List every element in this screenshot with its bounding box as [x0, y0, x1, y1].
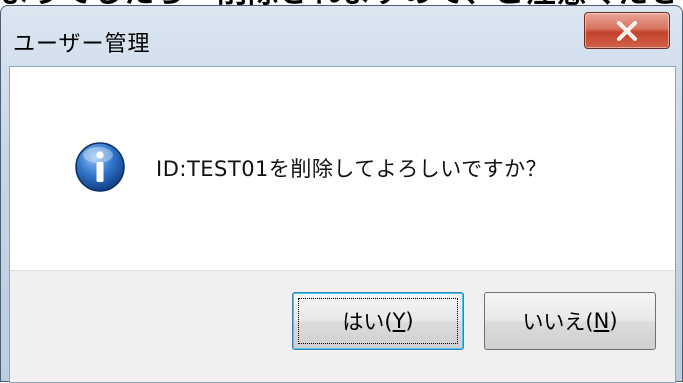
- focus-ring: [298, 298, 458, 344]
- dialog-title: ユーザー管理: [13, 32, 151, 57]
- close-icon: [617, 20, 637, 41]
- confirm-message: ID:TEST01を削除してよろしいですか？: [156, 157, 548, 181]
- information-icon: [74, 141, 126, 193]
- dialog-client-area: ID:TEST01を削除してよろしいですか？ はい(Y) いいえ(N): [9, 66, 676, 383]
- no-label-suffix: ): [609, 309, 618, 333]
- delete-confirm-dialog: ユーザー管理 ID:TEST01を削除してよろしいですか？ はい(Y) いい…: [0, 0, 683, 383]
- no-accelerator-key: N: [593, 309, 610, 333]
- message-area: ID:TEST01を削除してよろしいですか？: [10, 67, 675, 270]
- dialog-frame: ユーザー管理 ID:TEST01を削除してよろしいですか？ はい(Y) いい…: [0, 5, 683, 383]
- close-button[interactable]: [584, 12, 670, 49]
- no-button[interactable]: いいえ(N): [484, 292, 656, 350]
- yes-button[interactable]: はい(Y): [292, 292, 464, 350]
- no-label-prefix: いいえ(: [522, 310, 594, 334]
